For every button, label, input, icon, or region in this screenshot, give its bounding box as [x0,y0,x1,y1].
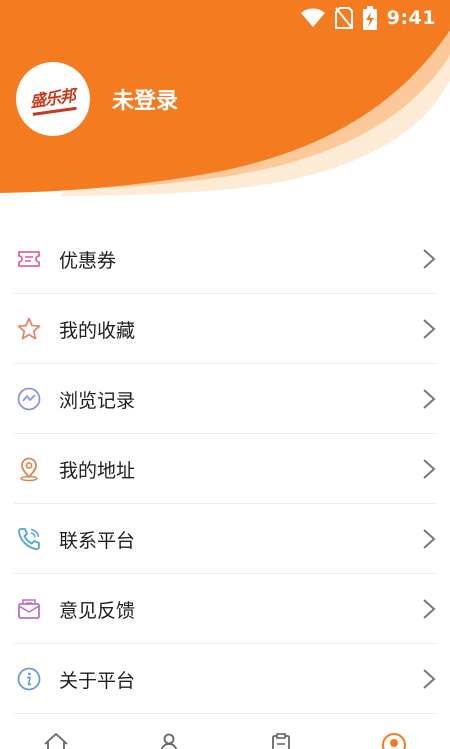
menu-item-label: 联系平台 [59,529,136,552]
divider [14,713,436,714]
home-tab-icon [44,733,68,749]
chevron-right-icon [423,459,436,479]
star-icon [16,316,42,342]
menu-item-label: 我的收藏 [59,319,136,342]
battery-charging-icon [362,6,377,30]
menu-item-label: 浏览记录 [59,389,136,412]
bottom-tab-bar [0,728,450,749]
menu-item-address[interactable]: 我的地址 [0,434,450,504]
no-sim-icon [334,7,353,29]
profile-tab-icon [381,733,406,749]
category-tab-icon [160,733,177,749]
tab-home[interactable] [0,728,112,749]
chevron-right-icon [423,529,436,549]
menu-item-about[interactable]: 关于平台 [0,644,450,714]
avatar[interactable]: 盛乐邦 [16,62,90,136]
tab-orders[interactable] [225,728,337,749]
chevron-right-icon [423,249,436,269]
brand-logo: 盛乐邦 [29,82,77,116]
history-icon [16,386,42,412]
chevron-right-icon [423,669,436,689]
wifi-icon [300,8,325,27]
menu-item-feedback[interactable]: 意见反馈 [0,574,450,644]
feedback-mail-icon [16,596,42,622]
tab-profile[interactable] [338,728,450,749]
menu-item-label: 优惠券 [59,249,117,272]
coupon-icon [16,246,42,272]
chevron-right-icon [423,389,436,409]
status-time: 9:41 [386,7,436,29]
status-bar: 9:41 [0,0,450,36]
menu-item-history[interactable]: 浏览记录 [0,364,450,434]
location-pin-icon [16,456,42,482]
menu-item-contact[interactable]: 联系平台 [0,504,450,574]
orders-tab-icon [272,733,291,749]
profile-summary[interactable]: 盛乐邦 未登录 [16,62,178,136]
menu-item-label: 我的地址 [59,459,136,482]
menu-item-label: 关于平台 [59,669,136,692]
chevron-right-icon [423,599,436,619]
settings-menu: 优惠券 我的收藏 浏览记录 我的地址 联系平台 意见反馈 关于平台 [0,224,450,714]
menu-item-favorites[interactable]: 我的收藏 [0,294,450,364]
login-status[interactable]: 未登录 [112,83,178,115]
tab-category[interactable] [113,728,225,749]
phone-icon [16,526,42,552]
menu-item-label: 意见反馈 [59,599,136,622]
info-icon [16,666,42,692]
menu-item-coupons[interactable]: 优惠券 [0,224,450,294]
chevron-right-icon [423,319,436,339]
